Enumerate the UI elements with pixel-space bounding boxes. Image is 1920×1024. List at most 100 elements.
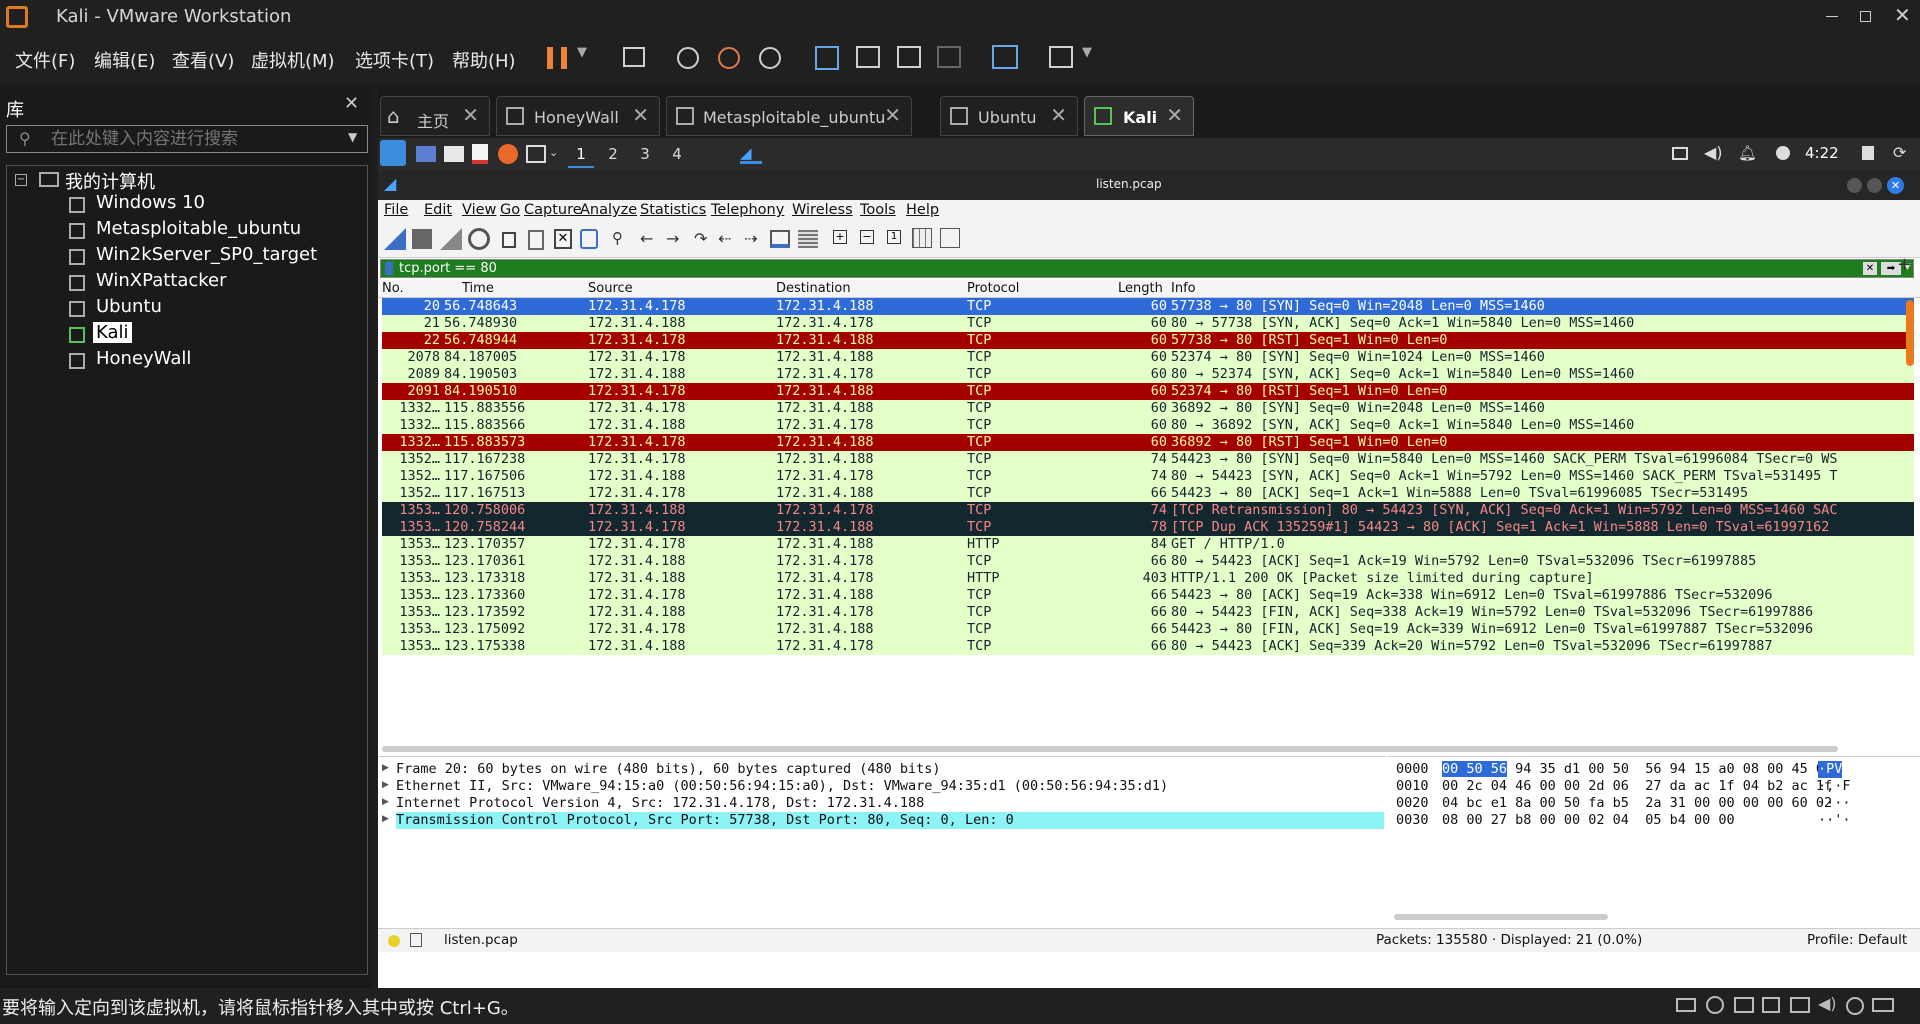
- detail-row[interactable]: ▶ Ethernet II, Src: VMware_94:15:a0 (00:…: [378, 778, 1384, 795]
- network-icon[interactable]: [1734, 997, 1754, 1013]
- search-dropdown-icon[interactable]: ▼: [348, 130, 357, 144]
- filter-text[interactable]: tcp.port == 80: [399, 261, 497, 276]
- table-row[interactable]: 1353… 123.170361 172.31.4.188 172.31.4.1…: [382, 553, 1914, 570]
- detail-row[interactable]: ▶ Internet Protocol Version 4, Src: 172.…: [378, 795, 1384, 812]
- cd-icon[interactable]: [1706, 996, 1724, 1014]
- close-icon[interactable]: ✕: [1887, 177, 1904, 194]
- clear-filter-icon[interactable]: ✕: [1863, 262, 1877, 275]
- hex-row[interactable]: 0000 00 50 56 94 35 d1 00 50 56 94 15 a0…: [1388, 761, 1918, 778]
- normal-size-icon[interactable]: 1: [887, 230, 901, 244]
- table-row[interactable]: 1353… 120.758006 172.31.4.188 172.31.4.1…: [382, 502, 1914, 519]
- last-packet-icon[interactable]: ⇢: [744, 229, 757, 248]
- ws-menu-item[interactable]: Statistics: [640, 202, 706, 218]
- expand-arrow-icon[interactable]: ▶: [382, 780, 389, 790]
- horizontal-scrollbar[interactable]: [382, 746, 1838, 752]
- tree-vm-item[interactable]: WinXPattacker: [93, 270, 230, 291]
- file-manager-icon[interactable]: [444, 146, 464, 162]
- snapshot-manager-icon[interactable]: [759, 47, 781, 69]
- tree-vm-item[interactable]: Windows 10: [93, 192, 208, 213]
- close-tab-icon[interactable]: ✕: [1166, 103, 1183, 127]
- thumbnail-icon[interactable]: [856, 46, 880, 68]
- library-search[interactable]: ⚲ ▼: [6, 125, 368, 153]
- packet-details[interactable]: ▶ Frame 20: 60 bytes on wire (480 bits),…: [378, 756, 1386, 926]
- tree-vm-item[interactable]: Kali: [93, 322, 132, 343]
- library-close-icon[interactable]: ✕: [344, 93, 359, 114]
- usb-icon[interactable]: [1762, 997, 1780, 1013]
- display-icon[interactable]: [1672, 147, 1688, 160]
- table-row[interactable]: 1332… 115.883566 172.31.4.188 172.31.4.1…: [382, 417, 1914, 434]
- fullscreen-icon[interactable]: [897, 46, 921, 68]
- printer-icon[interactable]: [1790, 997, 1810, 1013]
- ws-menu-item[interactable]: Analyze: [580, 202, 637, 218]
- add-filter-button-icon[interactable]: +: [1897, 254, 1912, 275]
- go-forward-icon[interactable]: →: [666, 229, 679, 248]
- tree-root[interactable]: 我的计算机: [65, 168, 155, 194]
- table-row[interactable]: 1352… 117.167238 172.31.4.178 172.31.4.1…: [382, 451, 1914, 468]
- tab-ubuntu[interactable]: Ubuntu ✕: [940, 96, 1078, 136]
- minimize-icon[interactable]: [1847, 178, 1862, 193]
- console-icon[interactable]: [992, 45, 1018, 69]
- table-row[interactable]: 1353… 123.173318 172.31.4.188 172.31.4.1…: [382, 570, 1914, 587]
- ws-menu-item[interactable]: Wireless: [792, 202, 853, 218]
- col-time[interactable]: Time: [462, 281, 494, 296]
- packet-list[interactable]: 20 56.748643 172.31.4.178 172.31.4.188 T…: [378, 298, 1920, 778]
- zoom-in-icon[interactable]: +: [833, 230, 847, 244]
- reload-file-icon[interactable]: [580, 229, 598, 249]
- hex-scrollbar[interactable]: [1394, 914, 1608, 920]
- table-row[interactable]: 1353… 123.173592 172.31.4.188 172.31.4.1…: [382, 604, 1914, 621]
- maximize-icon[interactable]: [1867, 178, 1882, 193]
- display-settings-icon[interactable]: [1846, 997, 1864, 1015]
- lock-icon[interactable]: [1862, 146, 1874, 160]
- menu-file[interactable]: 文件(F): [15, 47, 75, 73]
- table-row[interactable]: 1352… 117.167513 172.31.4.178 172.31.4.1…: [382, 485, 1914, 502]
- table-row[interactable]: 1353… 123.175338 172.31.4.188 172.31.4.1…: [382, 638, 1914, 655]
- table-row[interactable]: 1332… 115.883556 172.31.4.178 172.31.4.1…: [382, 400, 1914, 417]
- ws-menu-item[interactable]: Tools: [860, 202, 896, 218]
- workspace-4[interactable]: 4: [664, 140, 690, 168]
- save-file-icon[interactable]: [528, 230, 544, 250]
- vm-display[interactable]: ⌄ 1 2 3 4 ◢ ◀) 🔔︎ 4:22 ⟳ ◢ listen.pcap ✕…: [378, 138, 1920, 988]
- close-window-icon[interactable]: ✕: [1894, 3, 1911, 27]
- table-row[interactable]: 1353… 120.758244 172.31.4.178 172.31.4.1…: [382, 519, 1914, 536]
- message-icon[interactable]: [1872, 998, 1894, 1012]
- menu-edit[interactable]: 编辑(E): [94, 47, 155, 73]
- first-packet-icon[interactable]: ⇠: [718, 229, 731, 248]
- pause-icon[interactable]: [547, 47, 567, 69]
- col-source[interactable]: Source: [588, 281, 633, 296]
- library-search-input[interactable]: [51, 128, 341, 150]
- ws-menu-item[interactable]: View: [462, 202, 496, 218]
- collapse-icon[interactable]: −: [15, 174, 27, 186]
- ws-menu-item[interactable]: Edit: [424, 202, 452, 218]
- menu-help[interactable]: 帮助(H): [452, 47, 516, 73]
- open-file-icon[interactable]: [502, 232, 516, 248]
- table-row[interactable]: 20 56.748643 172.31.4.178 172.31.4.188 T…: [382, 298, 1914, 315]
- bookmark-icon[interactable]: [385, 262, 393, 275]
- tree-vm-item[interactable]: Win2kServer_SP0_target: [93, 244, 320, 265]
- table-row[interactable]: 21 56.748930 172.31.4.188 172.31.4.178 T…: [382, 315, 1914, 332]
- close-tab-icon[interactable]: ✕: [884, 103, 901, 127]
- detail-row[interactable]: ▶ Frame 20: 60 bytes on wire (480 bits),…: [378, 761, 1384, 778]
- display-filter[interactable]: tcp.port == 80 ✕ ➡ ▼: [380, 259, 1914, 278]
- table-row[interactable]: 2089 84.190503 172.31.4.188 172.31.4.178…: [382, 366, 1914, 383]
- table-row[interactable]: 22 56.748944 172.31.4.178 172.31.4.188 T…: [382, 332, 1914, 349]
- terminal-icon[interactable]: [526, 145, 546, 163]
- dropdown-icon[interactable]: ▼: [577, 45, 587, 60]
- wireshark-task-icon[interactable]: ◢: [740, 144, 762, 164]
- tab-metasploitable[interactable]: Metasploitable_ubuntu ✕: [666, 96, 912, 136]
- menu-view[interactable]: 查看(V): [172, 47, 234, 73]
- packet-list-scrollbar[interactable]: [1906, 300, 1914, 366]
- packet-bytes[interactable]: 0000 00 50 56 94 35 d1 00 50 56 94 15 a0…: [1388, 756, 1920, 926]
- table-row[interactable]: 1353… 123.173360 172.31.4.178 172.31.4.1…: [382, 587, 1914, 604]
- table-row[interactable]: 1352… 117.167506 172.31.4.188 172.31.4.1…: [382, 468, 1914, 485]
- find-packet-icon[interactable]: ⚲: [612, 229, 623, 247]
- notifications-icon[interactable]: 🔔︎: [1738, 144, 1757, 162]
- hdd-icon[interactable]: [1676, 998, 1696, 1012]
- expert-info-icon[interactable]: [388, 935, 400, 947]
- close-tab-icon[interactable]: ✕: [462, 103, 479, 127]
- hex-row[interactable]: 0030 08 00 27 b8 00 00 02 04 05 b4 00 00…: [1388, 812, 1918, 829]
- close-tab-icon[interactable]: ✕: [1050, 103, 1067, 127]
- power-manager-icon[interactable]: [1776, 146, 1790, 160]
- logout-icon[interactable]: ⟳: [1893, 143, 1906, 162]
- stretch-dropdown-icon[interactable]: ▼: [1082, 45, 1092, 60]
- col-info[interactable]: Info: [1171, 281, 1196, 296]
